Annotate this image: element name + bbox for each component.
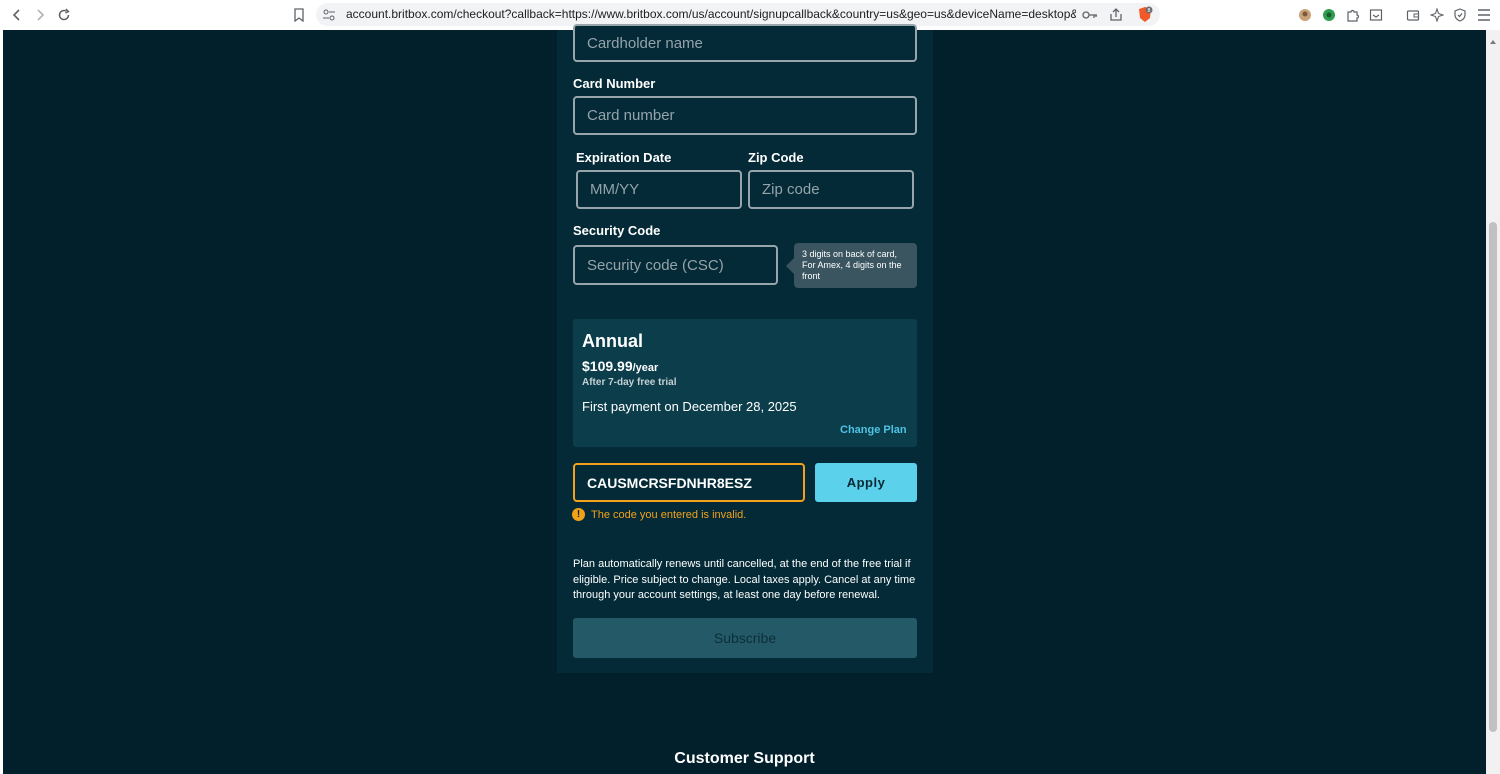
change-plan-link[interactable]: Change Plan — [840, 424, 907, 436]
svg-text:8: 8 — [1147, 8, 1150, 14]
apply-promo-button[interactable]: Apply — [815, 463, 917, 502]
plan-price: $109.99/year — [582, 358, 658, 374]
zip-code-field[interactable]: Zip code — [748, 170, 914, 209]
plan-price-period: /year — [632, 362, 659, 374]
leo-ai-icon[interactable] — [1428, 6, 1446, 24]
plan-trial-note: After 7-day free trial — [582, 377, 677, 388]
plan-price-amount: $109.99 — [582, 358, 633, 374]
reload-icon[interactable] — [53, 4, 75, 26]
extension-green-icon[interactable] — [1320, 6, 1338, 24]
expiration-date-label: Expiration Date — [576, 150, 672, 165]
card-number-label: Card Number — [573, 76, 656, 91]
tooltip-arrow — [786, 258, 794, 274]
forward-icon[interactable] — [29, 4, 51, 26]
brave-shield-icon[interactable]: 8 — [1136, 6, 1154, 24]
cardholder-name-field[interactable]: Cardholder name — [573, 24, 917, 62]
menu-icon[interactable] — [1475, 6, 1493, 24]
security-code-tooltip: 3 digits on back of card, For Amex, 4 di… — [794, 243, 917, 288]
site-settings-icon[interactable] — [320, 6, 338, 24]
promo-code-input[interactable]: CAUSMCRSFDNHR8ESZ — [573, 463, 805, 502]
subscribe-button[interactable]: Subscribe — [573, 618, 917, 658]
share-icon[interactable] — [1107, 6, 1125, 24]
security-code-field[interactable]: Security code (CSC) — [573, 245, 778, 285]
reader-mode-icon[interactable] — [1367, 6, 1385, 24]
extension-avatar-icon[interactable] — [1296, 6, 1314, 24]
customer-support-heading: Customer Support — [674, 750, 815, 767]
security-code-label: Security Code — [573, 223, 661, 238]
promo-error-message: The code you entered is invalid. — [591, 509, 747, 521]
scrollbar-thumb[interactable] — [1489, 222, 1497, 732]
extensions-puzzle-icon[interactable] — [1344, 6, 1362, 24]
zip-code-label: Zip Code — [748, 150, 804, 165]
card-number-field[interactable]: Card number — [573, 96, 917, 135]
wallet-icon[interactable] — [1404, 6, 1422, 24]
expiration-date-field[interactable]: MM/YY — [576, 170, 742, 209]
password-key-icon[interactable] — [1081, 6, 1099, 24]
plan-name: Annual — [582, 331, 643, 351]
bookmark-icon[interactable] — [288, 4, 310, 26]
first-payment-date: First payment on December 28, 2025 — [582, 399, 797, 414]
back-icon[interactable] — [6, 4, 28, 26]
scroll-up-arrow-icon[interactable] — [1489, 33, 1497, 44]
vpn-shield-icon[interactable] — [1451, 6, 1469, 24]
renewal-notice: Plan automatically renews until cancelle… — [573, 558, 916, 601]
error-icon: ! — [572, 508, 585, 521]
url-text[interactable]: account.britbox.com/checkout?callback=ht… — [346, 7, 1076, 21]
